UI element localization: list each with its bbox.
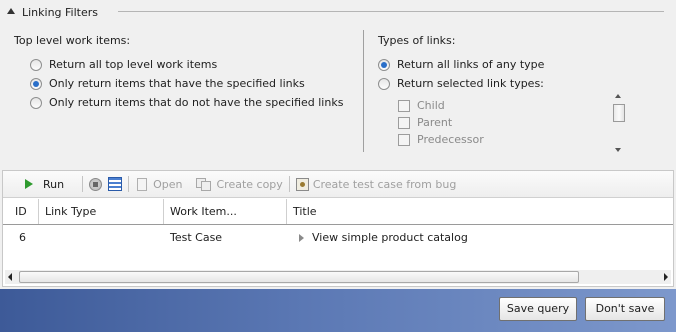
checkbox[interactable] bbox=[398, 133, 410, 146]
toolbar-separator bbox=[128, 176, 130, 192]
create-test-case-label: Create test case from bug bbox=[312, 177, 457, 191]
column-header-link-type[interactable]: Link Type bbox=[39, 199, 164, 224]
create-copy-button[interactable]: Create copy bbox=[196, 174, 283, 194]
table-row[interactable]: 6 Test Case View simple product catalog bbox=[3, 228, 673, 247]
cell-title: View simple product catalog bbox=[293, 228, 673, 247]
linking-filters-panel: Linking Filters Top level work items: Re… bbox=[0, 0, 676, 162]
radio-only-without-links[interactable]: Only return items that do not have the s… bbox=[30, 93, 354, 112]
stop-icon[interactable] bbox=[89, 177, 103, 191]
cell-id: 6 bbox=[19, 231, 26, 244]
radio-button[interactable] bbox=[30, 96, 42, 109]
horizontal-scrollbar[interactable] bbox=[5, 270, 671, 284]
radio-label: Return selected link types: bbox=[397, 77, 544, 90]
column-options-icon[interactable] bbox=[108, 177, 123, 191]
bug-icon bbox=[295, 177, 309, 191]
open-icon bbox=[137, 177, 148, 191]
scroll-thumb[interactable] bbox=[19, 271, 579, 283]
link-types-label: Types of links: bbox=[378, 34, 456, 47]
checkbox-label: Parent bbox=[417, 116, 453, 129]
grid-header: ID Link Type Work Item... Title bbox=[3, 199, 673, 225]
scroll-up-icon[interactable] bbox=[615, 94, 621, 98]
link-types-scrollbar[interactable] bbox=[612, 91, 626, 155]
column-divider bbox=[363, 30, 364, 152]
run-label: Run bbox=[43, 177, 65, 191]
radio-selected-link-types[interactable]: Return selected link types: bbox=[378, 74, 628, 93]
column-header-id[interactable]: ID bbox=[9, 199, 39, 224]
radio-label: Return all top level work items bbox=[49, 58, 218, 71]
create-test-case-from-bug-button[interactable]: Create test case from bug bbox=[295, 174, 457, 194]
checkbox[interactable] bbox=[398, 116, 410, 129]
radio-button[interactable] bbox=[30, 58, 42, 71]
checkbox-parent[interactable]: Parent bbox=[398, 114, 598, 131]
checkbox-label: Predecessor bbox=[417, 133, 484, 146]
expand-arrow-icon[interactable] bbox=[299, 234, 304, 242]
radio-return-all-top-level[interactable]: Return all top level work items bbox=[30, 55, 354, 74]
radio-label: Return all links of any type bbox=[397, 58, 545, 71]
section-divider bbox=[118, 11, 664, 12]
toolbar-separator bbox=[82, 176, 84, 192]
link-type-checkbox-list: Child Parent Predecessor bbox=[398, 97, 598, 148]
run-play-icon bbox=[23, 177, 37, 191]
section-title: Linking Filters bbox=[22, 5, 99, 19]
copy-icon bbox=[196, 178, 212, 191]
radio-button[interactable] bbox=[378, 77, 390, 90]
checkbox-child[interactable]: Child bbox=[398, 97, 598, 114]
create-copy-label: Create copy bbox=[216, 177, 283, 191]
cell-work-item: Test Case bbox=[170, 231, 223, 244]
top-level-label: Top level work items: bbox=[14, 34, 131, 47]
radio-label: Only return items that have the specifie… bbox=[49, 77, 305, 90]
checkbox[interactable] bbox=[398, 99, 410, 112]
column-header-work-item[interactable]: Work Item... bbox=[164, 199, 287, 224]
cell-link-type bbox=[39, 228, 164, 247]
radio-only-with-links[interactable]: Only return items that have the specifie… bbox=[30, 74, 354, 93]
open-button[interactable]: Open bbox=[135, 174, 182, 194]
toolbar-separator bbox=[288, 176, 290, 192]
cell-title-text: View simple product catalog bbox=[312, 231, 468, 244]
open-label: Open bbox=[153, 177, 183, 191]
radio-label: Only return items that do not have the s… bbox=[49, 96, 344, 109]
scroll-left-icon[interactable] bbox=[8, 273, 12, 281]
scroll-thumb[interactable] bbox=[613, 104, 625, 122]
radio-all-links[interactable]: Return all links of any type bbox=[378, 55, 628, 74]
run-button[interactable]: Run bbox=[23, 174, 64, 194]
scroll-down-icon[interactable] bbox=[615, 148, 621, 152]
radio-button-selected[interactable] bbox=[378, 58, 390, 71]
results-panel: Run Open Create copy Create test case fr… bbox=[2, 170, 674, 287]
results-toolbar: Run Open Create copy Create test case fr… bbox=[3, 171, 673, 198]
section-header[interactable]: Linking Filters bbox=[6, 4, 98, 20]
checkbox-predecessor[interactable]: Predecessor bbox=[398, 131, 598, 148]
save-query-button[interactable]: Save query bbox=[499, 297, 577, 321]
link-types-group: Types of links: Return all links of any … bbox=[378, 33, 628, 152]
top-level-group: Top level work items: Return all top lev… bbox=[14, 33, 354, 112]
radio-button-selected[interactable] bbox=[30, 77, 42, 90]
dialog-footer: Save query Don't save bbox=[0, 289, 676, 332]
collapse-arrow-icon[interactable] bbox=[6, 7, 16, 17]
checkbox-label: Child bbox=[417, 99, 445, 112]
scroll-right-icon[interactable] bbox=[664, 273, 668, 281]
dont-save-button[interactable]: Don't save bbox=[585, 297, 665, 321]
column-header-title[interactable]: Title bbox=[287, 199, 673, 224]
